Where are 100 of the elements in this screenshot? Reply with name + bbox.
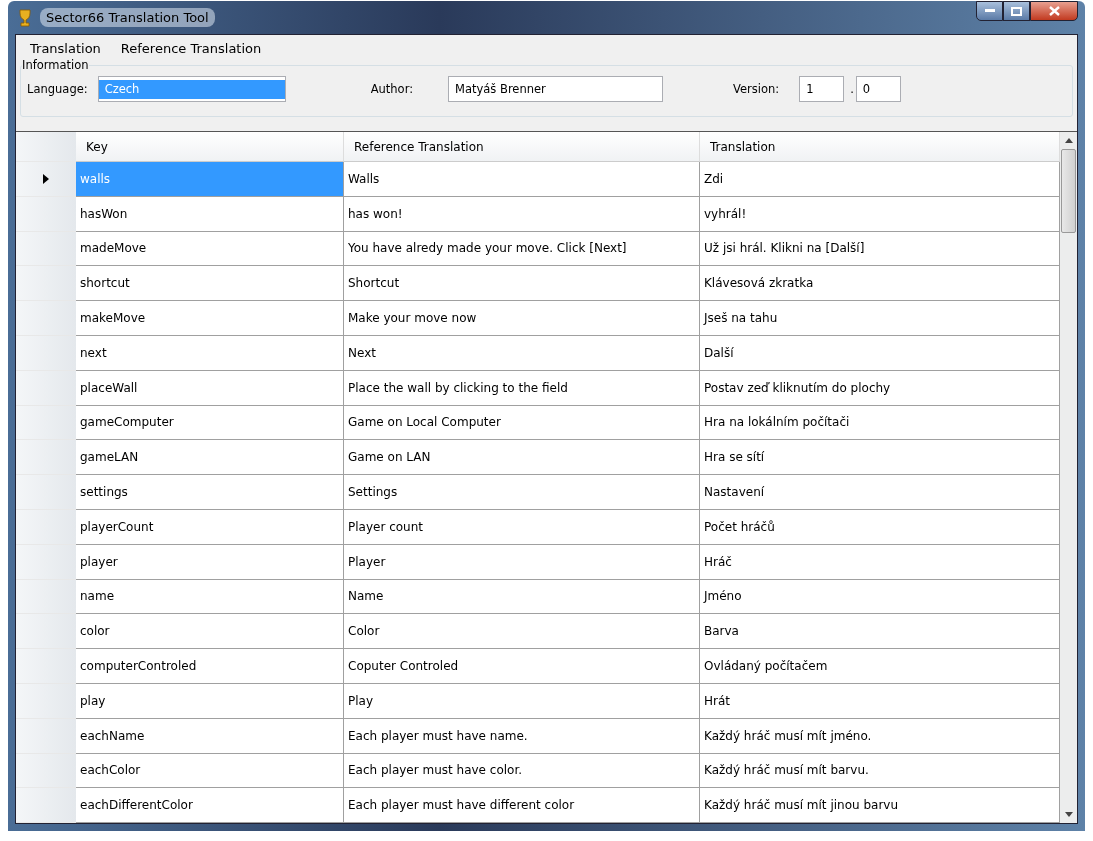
row-header[interactable] (16, 370, 76, 406)
row-header[interactable] (16, 614, 76, 650)
table-cell[interactable]: Place the wall by clicking to the field (344, 370, 700, 406)
maximize-icon (1011, 6, 1022, 16)
table-cell[interactable]: play (76, 683, 344, 719)
table-cell[interactable]: Klávesová zkratka (700, 266, 1060, 302)
row-header[interactable] (16, 162, 76, 197)
table-cell[interactable]: Player (344, 544, 700, 580)
table-cell[interactable]: eachName (76, 718, 344, 754)
current-row-icon (43, 173, 49, 184)
menu-item[interactable]: Translation (20, 39, 111, 58)
table-cell[interactable]: Play (344, 683, 700, 719)
table-cell[interactable]: vyhrál! (700, 196, 1060, 232)
table-cell[interactable]: shortcut (76, 266, 344, 302)
maximize-button[interactable] (1003, 1, 1030, 21)
column-header[interactable]: Reference Translation (344, 132, 700, 162)
table-cell[interactable]: Každý hráč musí mít jméno. (700, 718, 1060, 754)
group-title: Information (22, 58, 89, 72)
table-cell[interactable]: Ovládaný počítačem (700, 649, 1060, 684)
table-cell[interactable]: settings (76, 475, 344, 510)
table-cell[interactable]: Jméno (700, 579, 1060, 615)
table-cell[interactable]: Nastavení (700, 475, 1060, 510)
row-header[interactable] (16, 579, 76, 615)
row-header[interactable] (16, 231, 76, 267)
table-cell[interactable]: Name (344, 579, 700, 615)
minimize-icon (984, 9, 995, 13)
table-cell[interactable]: has won! (344, 196, 700, 232)
table-cell[interactable]: eachDifferentColor (76, 788, 344, 823)
row-header[interactable] (16, 509, 76, 545)
row-header[interactable] (16, 301, 76, 336)
row-header[interactable] (16, 788, 76, 823)
table-cell[interactable]: hasWon (76, 196, 344, 232)
table-cell[interactable]: You have alredy made your move. Click [Next] (344, 231, 700, 267)
table-cell[interactable]: Shortcut (344, 266, 700, 302)
row-header[interactable] (16, 683, 76, 719)
table-cell[interactable]: makeMove (76, 301, 344, 336)
table-cell[interactable]: Each player must have color. (344, 753, 700, 789)
table-cell[interactable]: playerCount (76, 509, 344, 545)
version-label: Version: (733, 82, 780, 96)
table-cell[interactable]: gameLAN (76, 440, 344, 476)
table-cell[interactable]: Další (700, 336, 1060, 371)
table-cell[interactable]: Make your move now (344, 301, 700, 336)
table-cell[interactable]: Barva (700, 614, 1060, 650)
table-cell[interactable]: Coputer Controled (344, 649, 700, 684)
row-header[interactable] (16, 649, 76, 684)
table-cell[interactable]: gameComputer (76, 405, 344, 441)
table-cell[interactable]: Hra na lokálním počítači (700, 405, 1060, 441)
scroll-up-icon (1064, 138, 1073, 143)
scroll-thumb[interactable] (1061, 149, 1076, 233)
row-header[interactable] (16, 440, 76, 476)
table-cell[interactable]: Hrát (700, 683, 1060, 719)
table-cell[interactable]: Color (344, 614, 700, 650)
table-cell[interactable]: eachColor (76, 753, 344, 789)
table-cell[interactable]: Zdi (700, 162, 1060, 197)
table-cell[interactable]: name (76, 579, 344, 615)
table-cell[interactable]: next (76, 336, 344, 371)
table-cell[interactable]: Každý hráč musí mít barvu. (700, 753, 1060, 789)
table-cell[interactable]: madeMove (76, 231, 344, 267)
column-header[interactable]: Key (76, 132, 344, 162)
table-cell[interactable]: Each player must have name. (344, 718, 700, 754)
table-cell[interactable]: Už jsi hrál. Klikni na [Další] (700, 231, 1060, 267)
row-header[interactable] (16, 405, 76, 441)
author-field[interactable]: Matyáš Brenner (448, 76, 664, 102)
table-cell[interactable]: player (76, 544, 344, 580)
row-header[interactable] (16, 753, 76, 789)
table-cell[interactable]: color (76, 614, 344, 650)
minimize-button[interactable] (976, 1, 1003, 21)
row-header[interactable] (16, 336, 76, 371)
table-cell[interactable]: Settings (344, 475, 700, 510)
vertical-scrollbar[interactable] (1060, 132, 1077, 823)
table-cell[interactable]: Game on Local Computer (344, 405, 700, 441)
row-header[interactable] (16, 266, 76, 302)
table-cell[interactable]: Walls (344, 162, 700, 197)
close-button[interactable] (1030, 1, 1078, 21)
table-cell[interactable]: Počet hráčů (700, 509, 1060, 545)
table-cell[interactable]: Hráč (700, 544, 1060, 580)
window-title: Sector66 Translation Tool (40, 8, 215, 27)
table-cell[interactable]: Game on LAN (344, 440, 700, 476)
scroll-down-icon (1064, 812, 1073, 817)
row-header[interactable] (16, 475, 76, 510)
table-cell[interactable]: Postav zeď kliknutím do plochy (700, 370, 1060, 406)
table-cell[interactable]: Každý hráč musí mít jinou barvu (700, 788, 1060, 823)
version-separator: . (850, 82, 854, 96)
row-header[interactable] (16, 718, 76, 754)
column-header[interactable]: Translation (700, 132, 1060, 162)
major-version-field[interactable]: 1 (799, 76, 845, 102)
table-cell[interactable]: Next (344, 336, 700, 371)
close-icon (1048, 6, 1060, 16)
row-header[interactable] (16, 196, 76, 232)
table-cell[interactable]: placeWall (76, 370, 344, 406)
trophy-icon (17, 8, 33, 27)
table-cell[interactable]: computerControled (76, 649, 344, 684)
table-cell[interactable]: Jseš na tahu (700, 301, 1060, 336)
author-label: Author: (370, 82, 414, 96)
table-cell[interactable]: Each player must have different color (344, 788, 700, 823)
table-cell[interactable]: Hra se sítí (700, 440, 1060, 476)
menu-item[interactable]: Reference Translation (110, 39, 272, 58)
row-header[interactable] (16, 544, 76, 580)
minor-version-field[interactable]: 0 (855, 76, 901, 102)
table-cell[interactable]: Player count (344, 509, 700, 545)
